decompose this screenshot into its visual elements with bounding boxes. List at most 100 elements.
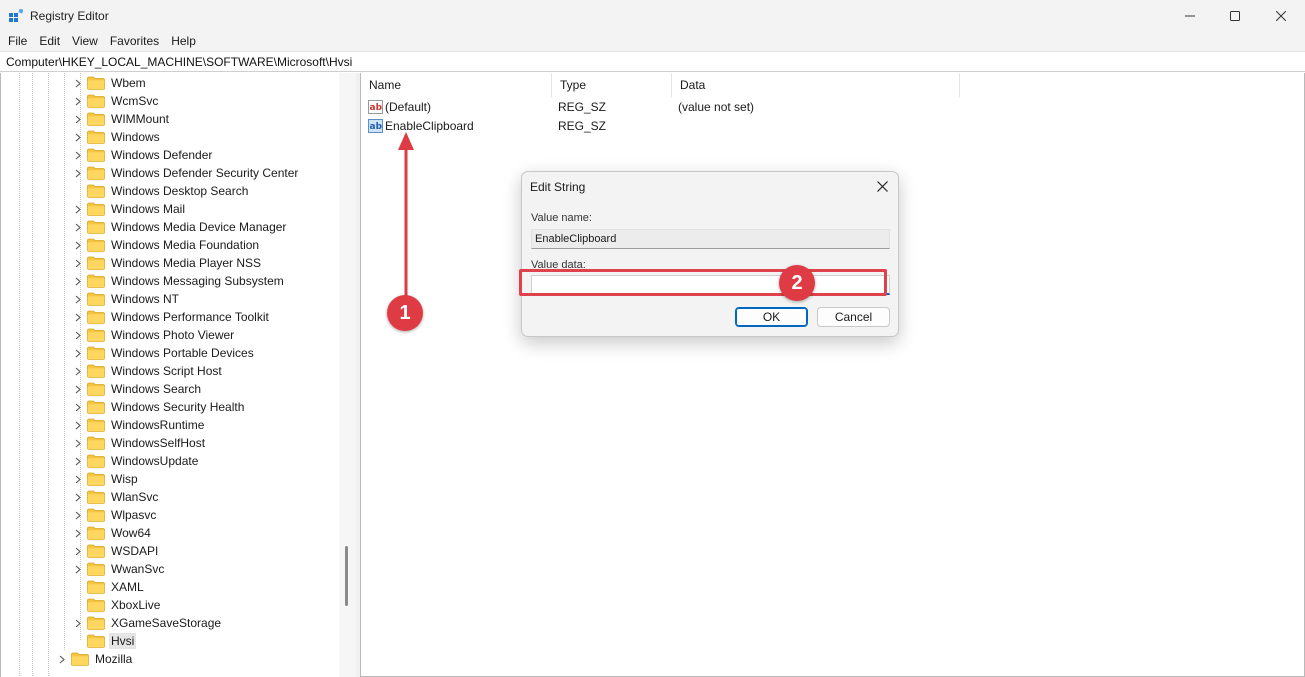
value-row-default[interactable]: ab (Default) REG_SZ (value not set) bbox=[361, 97, 961, 117]
svg-text:ab: ab bbox=[370, 122, 383, 132]
chevron-right-icon[interactable] bbox=[73, 200, 83, 218]
chevron-right-icon[interactable] bbox=[73, 308, 83, 326]
chevron-right-icon[interactable] bbox=[73, 542, 83, 560]
menu-edit[interactable]: Edit bbox=[33, 31, 66, 51]
chevron-right-icon[interactable] bbox=[73, 470, 83, 488]
tree-item[interactable]: Windows Script Host bbox=[73, 362, 224, 380]
chevron-right-icon[interactable] bbox=[73, 272, 83, 290]
tree-item[interactable]: Hvsi bbox=[73, 632, 137, 650]
column-header-name[interactable]: Name bbox=[361, 73, 552, 97]
tree-item[interactable]: Windows Performance Toolkit bbox=[73, 308, 271, 326]
chevron-right-icon[interactable] bbox=[73, 560, 83, 578]
value-type: REG_SZ bbox=[558, 100, 607, 114]
chevron-right-icon[interactable] bbox=[73, 326, 83, 344]
chevron-right-icon[interactable] bbox=[73, 362, 83, 380]
close-window-button[interactable] bbox=[1258, 0, 1304, 31]
chevron-right-icon[interactable] bbox=[73, 164, 83, 182]
ok-button[interactable]: OK bbox=[735, 307, 808, 327]
chevron-right-icon[interactable] bbox=[73, 524, 83, 542]
chevron-right-icon[interactable] bbox=[73, 110, 83, 128]
tree-item[interactable]: XboxLive bbox=[73, 596, 162, 614]
menu-favorites[interactable]: Favorites bbox=[104, 31, 165, 51]
tree-item[interactable]: Windows Defender bbox=[73, 146, 214, 164]
chevron-right-icon[interactable] bbox=[57, 650, 67, 668]
chevron-right-icon[interactable] bbox=[73, 398, 83, 416]
folder-icon bbox=[87, 202, 105, 216]
chevron-right-icon[interactable] bbox=[73, 128, 83, 146]
chevron-right-icon[interactable] bbox=[73, 506, 83, 524]
chevron-right-icon[interactable] bbox=[73, 146, 83, 164]
tree-item[interactable]: Wow64 bbox=[73, 524, 153, 542]
tree-item[interactable]: Windows Portable Devices bbox=[73, 344, 256, 362]
address-path[interactable]: Computer\HKEY_LOCAL_MACHINE\SOFTWARE\Mic… bbox=[6, 55, 352, 69]
chevron-right-icon[interactable] bbox=[73, 380, 83, 398]
tree-item[interactable]: WindowsSelfHost bbox=[73, 434, 207, 452]
value-row-enableclipboard[interactable]: ab EnableClipboard REG_SZ bbox=[361, 116, 961, 136]
chevron-right-icon[interactable] bbox=[73, 290, 83, 308]
tree-item[interactable]: Windows Security Health bbox=[73, 398, 246, 416]
tree-item[interactable]: Windows Media Player NSS bbox=[73, 254, 263, 272]
folder-icon bbox=[87, 634, 105, 648]
chevron-right-icon[interactable] bbox=[73, 344, 83, 362]
tree-item[interactable]: Windows bbox=[73, 128, 162, 146]
chevron-right-icon[interactable] bbox=[73, 614, 83, 632]
folder-icon bbox=[87, 418, 105, 432]
address-bar[interactable]: Computer\HKEY_LOCAL_MACHINE\SOFTWARE\Mic… bbox=[0, 51, 1305, 72]
tree-item-label: Windows Script Host bbox=[111, 364, 222, 378]
dialog-close-button[interactable] bbox=[874, 178, 890, 194]
tree-item[interactable]: Windows Photo Viewer bbox=[73, 326, 236, 344]
column-header-type[interactable]: Type bbox=[552, 73, 672, 97]
chevron-right-icon[interactable] bbox=[73, 416, 83, 434]
tree-item-label: WcmSvc bbox=[111, 94, 159, 108]
tree-item[interactable]: WIMMount bbox=[73, 110, 171, 128]
string-value-icon: ab bbox=[368, 119, 383, 133]
chevron-right-icon[interactable] bbox=[73, 452, 83, 470]
tree-item[interactable]: Windows NT bbox=[73, 290, 181, 308]
tree-item[interactable]: WindowsRuntime bbox=[73, 416, 206, 434]
tree-item[interactable]: Windows Desktop Search bbox=[73, 182, 250, 200]
values-list-pane[interactable]: Name Type Data ab (Default) REG_SZ (valu… bbox=[360, 73, 1305, 677]
minimize-button[interactable] bbox=[1167, 0, 1213, 31]
tree-item[interactable]: WwanSvc bbox=[73, 560, 166, 578]
tree-item[interactable]: Wisp bbox=[73, 470, 140, 488]
chevron-right-icon[interactable] bbox=[73, 74, 83, 92]
folder-icon bbox=[87, 274, 105, 288]
close-icon bbox=[1276, 10, 1286, 21]
chevron-right-icon[interactable] bbox=[73, 254, 83, 272]
chevron-right-icon[interactable] bbox=[73, 488, 83, 506]
maximize-button[interactable] bbox=[1212, 0, 1258, 31]
value-name: EnableClipboard bbox=[385, 119, 474, 133]
chevron-right-icon[interactable] bbox=[73, 236, 83, 254]
folder-icon bbox=[87, 256, 105, 270]
tree-item[interactable]: Windows Media Foundation bbox=[73, 236, 261, 254]
folder-icon bbox=[87, 184, 105, 198]
tree-item[interactable]: Wbem bbox=[73, 74, 148, 92]
menu-view[interactable]: View bbox=[66, 31, 104, 51]
tree-scroll-thumb[interactable] bbox=[345, 546, 348, 606]
tree-item[interactable]: Wlpasvc bbox=[73, 506, 158, 524]
tree-item[interactable]: Windows Defender Security Center bbox=[73, 164, 300, 182]
tree-item-label: WindowsUpdate bbox=[111, 454, 199, 468]
folder-icon bbox=[87, 382, 105, 396]
chevron-right-icon[interactable] bbox=[73, 92, 83, 110]
tree-item[interactable]: XGameSaveStorage bbox=[73, 614, 223, 632]
tree-item[interactable]: Mozilla bbox=[57, 650, 134, 668]
value-name-label: Value name: bbox=[531, 212, 592, 224]
folder-icon bbox=[87, 436, 105, 450]
tree-item[interactable]: WindowsUpdate bbox=[73, 452, 200, 470]
chevron-right-icon[interactable] bbox=[73, 434, 83, 452]
chevron-right-icon[interactable] bbox=[73, 218, 83, 236]
menu-help[interactable]: Help bbox=[165, 31, 202, 51]
tree-item[interactable]: Windows Mail bbox=[73, 200, 187, 218]
column-header-data[interactable]: Data bbox=[672, 73, 960, 97]
tree-item[interactable]: XAML bbox=[73, 578, 146, 596]
tree-item[interactable]: Windows Messaging Subsystem bbox=[73, 272, 286, 290]
tree-item[interactable]: WlanSvc bbox=[73, 488, 160, 506]
tree-item[interactable]: Windows Media Device Manager bbox=[73, 218, 288, 236]
key-tree-pane[interactable]: Wbem WcmSvc WIMMount Windows Windows Defende… bbox=[0, 73, 356, 677]
tree-item[interactable]: WSDAPI bbox=[73, 542, 160, 560]
tree-item[interactable]: WcmSvc bbox=[73, 92, 160, 110]
cancel-button[interactable]: Cancel bbox=[817, 307, 890, 327]
tree-item[interactable]: Windows Search bbox=[73, 380, 203, 398]
menu-file[interactable]: File bbox=[2, 31, 33, 51]
